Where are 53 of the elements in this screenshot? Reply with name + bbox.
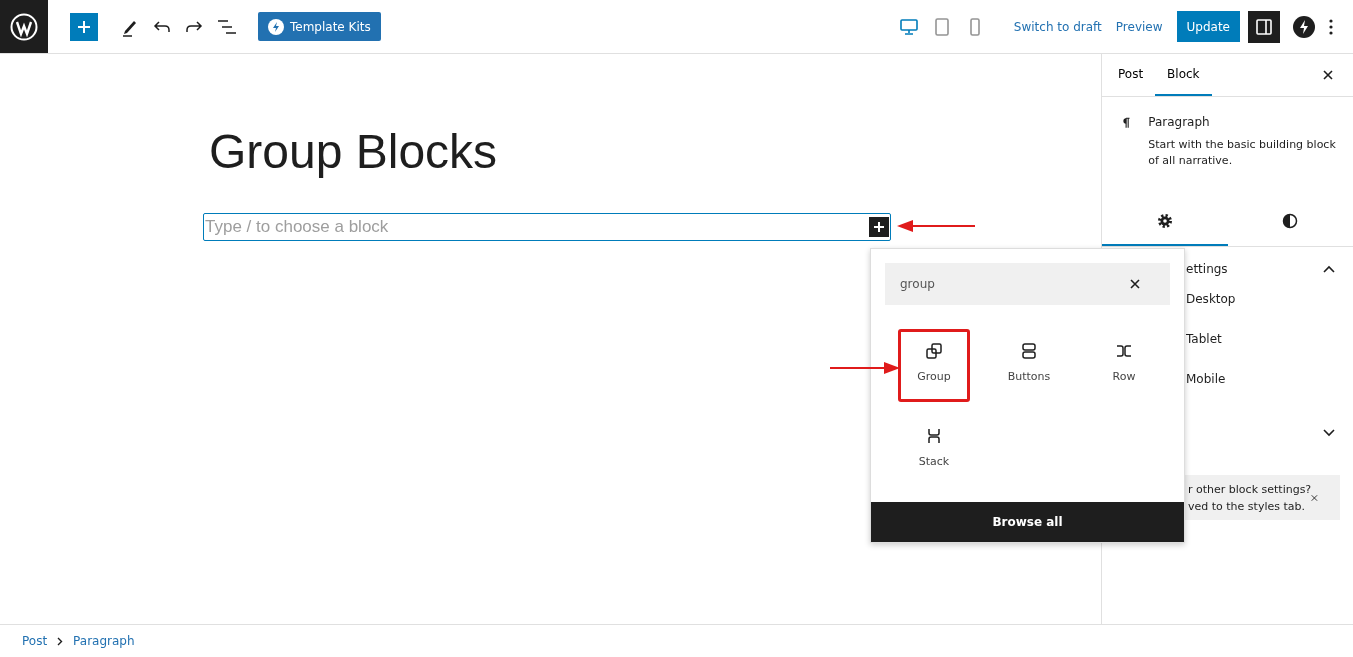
chevron-right-icon [57, 636, 64, 646]
row-block-icon [1115, 342, 1133, 360]
pilcrow-icon [1122, 115, 1131, 131]
notice-text: ved to the styles tab. [1188, 498, 1306, 515]
breadcrumb-link[interactable]: Post [22, 634, 48, 648]
bolt-icon[interactable] [1293, 15, 1315, 38]
half-circle-icon [1282, 213, 1299, 229]
search-value: group [900, 277, 935, 291]
stack-block-icon [925, 427, 943, 445]
wordpress-logo[interactable] [0, 0, 48, 53]
device-option[interactable]: Mobile [1186, 371, 1353, 411]
wordpress-icon [10, 12, 38, 41]
sidebar-toggle-button[interactable] [1248, 10, 1280, 43]
post-title[interactable]: Group Blocks [209, 124, 498, 179]
more-options-icon[interactable] [1329, 18, 1333, 35]
block-inserter-button[interactable] [869, 217, 889, 237]
buttons-block-icon [1020, 342, 1038, 360]
redo-icon[interactable] [185, 19, 203, 34]
sidebar-icon [1255, 17, 1273, 36]
sidebar-tab[interactable]: Post [1106, 54, 1156, 96]
chevron-up-icon [1323, 265, 1335, 273]
device-option[interactable]: Desktop [1186, 291, 1353, 331]
browse-all-button[interactable]: Browse all [871, 502, 1184, 542]
list-view-icon[interactable] [217, 19, 237, 34]
device-option[interactable]: Tablet [1186, 331, 1353, 371]
group-block-icon [925, 342, 943, 360]
preview-link[interactable]: Preview [1115, 19, 1163, 34]
block-option[interactable]: Group [898, 329, 970, 402]
desktop-icon[interactable] [899, 17, 918, 36]
block-description: Start with the basic building block of all narrative. [1148, 137, 1337, 169]
close-icon[interactable] [1323, 70, 1333, 80]
block-placeholder: Type / to choose a block [205, 217, 389, 237]
annotation-arrow [830, 362, 900, 374]
sidebar-tab[interactable]: Block [1155, 54, 1212, 96]
gear-icon [1156, 213, 1173, 229]
panel-header[interactable]: ettings [1186, 247, 1353, 291]
search-field[interactable]: group [885, 263, 1170, 305]
close-icon[interactable] [1130, 279, 1140, 289]
template-kits-button[interactable]: Template Kits [258, 12, 381, 41]
breadcrumb-link[interactable]: Paragraph [73, 634, 135, 648]
plus-icon [873, 221, 885, 233]
switch-to-draft-link[interactable]: Switch to draft [1013, 19, 1102, 34]
block-option[interactable]: Stack [898, 414, 970, 487]
notice-text: r other block settings? [1188, 481, 1312, 498]
add-block-button[interactable] [70, 12, 98, 41]
undo-icon[interactable] [153, 19, 171, 34]
block-name: Paragraph [1148, 115, 1211, 129]
block-option[interactable]: Buttons [993, 329, 1065, 402]
chevron-down-icon [1323, 429, 1335, 437]
bolt-icon [268, 18, 284, 35]
update-button[interactable]: Update [1176, 11, 1240, 42]
plus-icon [77, 19, 91, 34]
block-option[interactable]: Row [1088, 329, 1160, 402]
